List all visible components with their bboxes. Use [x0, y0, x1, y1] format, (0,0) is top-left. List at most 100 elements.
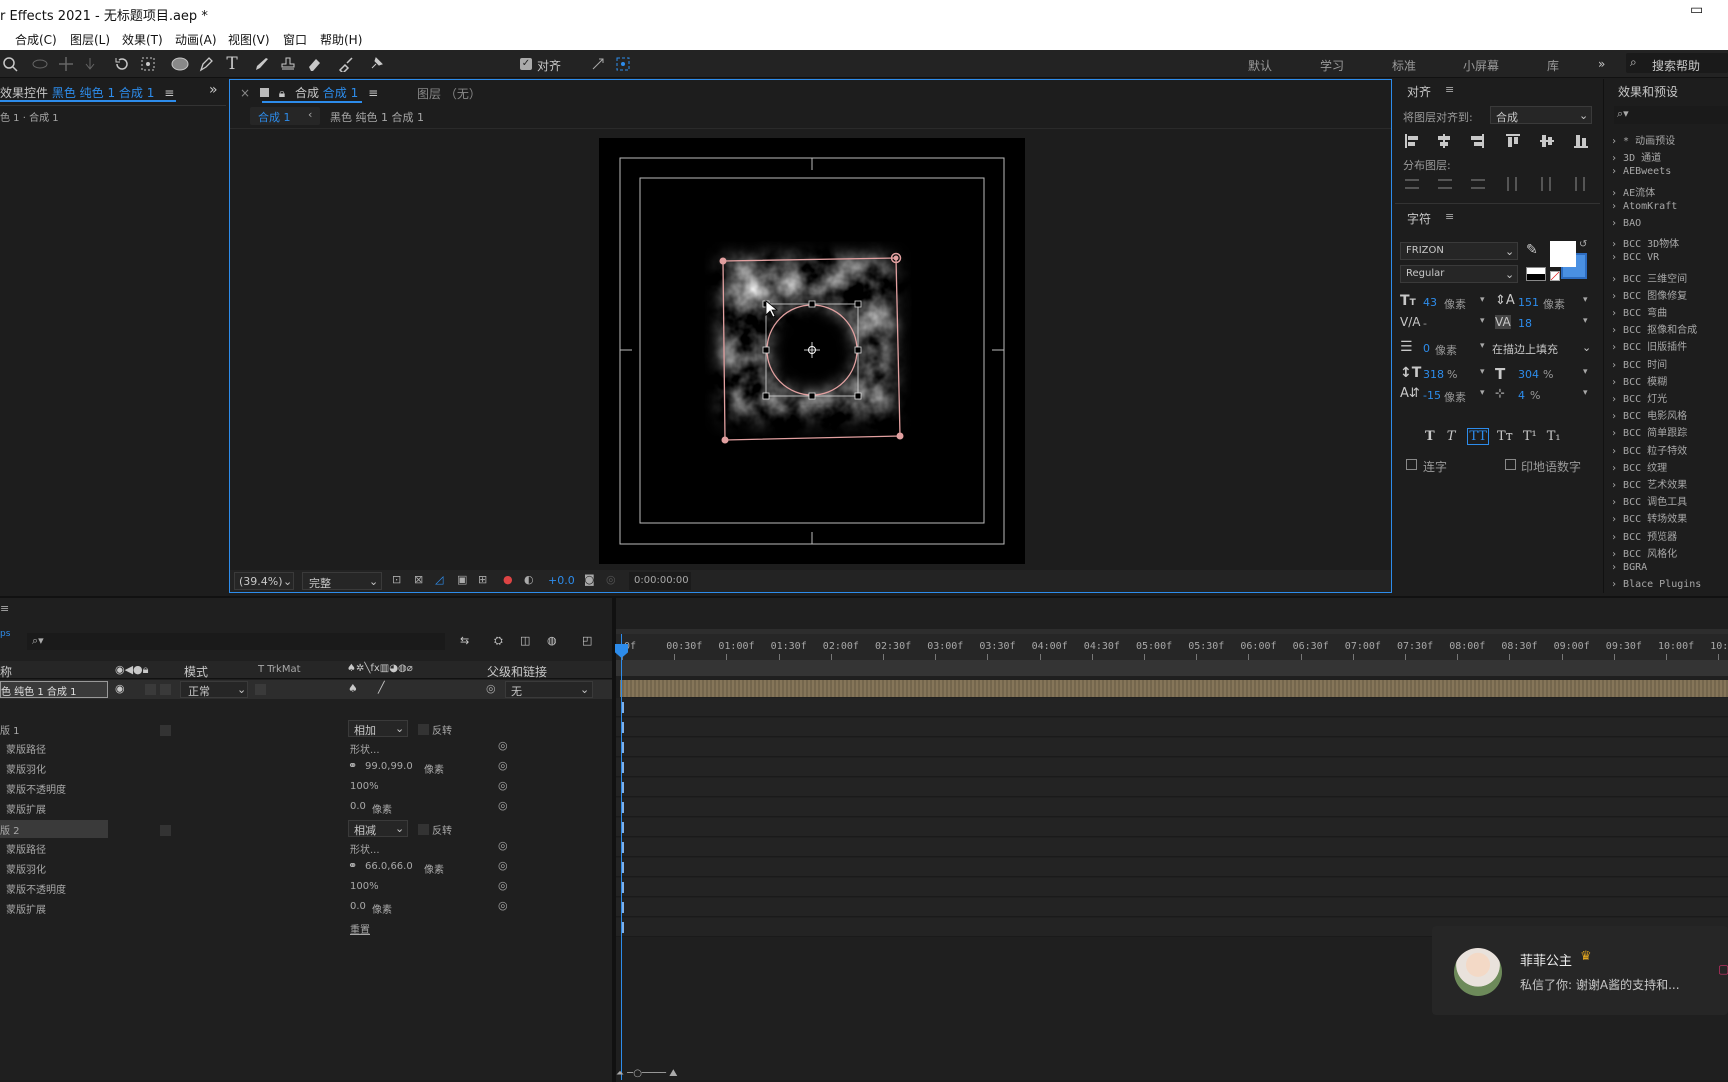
- collapse-switch-icon[interactable]: ♠: [348, 682, 358, 695]
- layer-duration-bar[interactable]: [620, 680, 1728, 697]
- snapshot-icon[interactable]: ◙: [584, 573, 595, 586]
- comp-breadcrumb-tab[interactable]: 合成 1 ‹: [250, 107, 320, 125]
- effects-category-item[interactable]: › BCC 弯曲: [1611, 304, 1667, 319]
- effects-category-item[interactable]: › BCC 简单跟踪: [1611, 424, 1687, 439]
- shy-layers-icon[interactable]: ◫: [520, 634, 530, 647]
- mask-1-path-value[interactable]: 形状...: [350, 741, 380, 759]
- workspace-learn[interactable]: 学习: [1320, 57, 1344, 74]
- search-help-field[interactable]: ⌕ 搜索帮助: [1626, 53, 1728, 73]
- subscript-button[interactable]: T₁: [1547, 429, 1561, 444]
- resolution-dropdown[interactable]: 完整 ⌄: [302, 572, 382, 590]
- superscript-button[interactable]: T¹: [1523, 429, 1537, 444]
- timeline-zoom-slider[interactable]: ⏶ ─○──── ⛰: [616, 1068, 736, 1080]
- effects-category-item[interactable]: › BAO: [1611, 218, 1641, 229]
- eyedropper-icon[interactable]: ✎: [1526, 242, 1538, 258]
- col-mode[interactable]: 模式: [184, 663, 208, 680]
- expand-panels-icon[interactable]: »: [209, 82, 218, 98]
- grid-guides-icon[interactable]: ⊞: [478, 573, 487, 586]
- effects-category-item[interactable]: › BGRA: [1611, 562, 1647, 573]
- chevron-down-icon[interactable]: ▾: [1480, 367, 1485, 377]
- ellipse-tool-icon[interactable]: [170, 54, 190, 74]
- effects-category-item[interactable]: › BCC 模糊: [1611, 373, 1667, 388]
- puppet-pin-tool-icon[interactable]: [366, 54, 386, 74]
- effects-category-item[interactable]: › AtomKraft: [1611, 201, 1677, 212]
- snap-feature-icon[interactable]: [613, 54, 633, 74]
- draft-3d-icon[interactable]: ⛭: [494, 634, 503, 648]
- effects-category-item[interactable]: › BCC 预览器: [1611, 528, 1677, 543]
- character-menu-icon[interactable]: ≡: [1445, 210, 1454, 223]
- effects-category-item[interactable]: › BCC 图像修复: [1611, 287, 1687, 302]
- panel-menu-icon[interactable]: ≡: [164, 86, 174, 100]
- maximize-icon[interactable]: ▭: [1690, 2, 1703, 18]
- timeline-search-input[interactable]: ⌕▾: [27, 633, 445, 650]
- mask-2-invert-checkbox[interactable]: [418, 824, 429, 835]
- mask-2-name[interactable]: 版 2: [0, 822, 20, 840]
- effects-category-item[interactable]: › BCC 粒子特效: [1611, 442, 1687, 457]
- leading-value[interactable]: 151: [1518, 296, 1539, 309]
- composition-viewer[interactable]: [599, 138, 1025, 564]
- font-size-value[interactable]: 43: [1423, 296, 1437, 309]
- clone-stamp-tool-icon[interactable]: [278, 54, 298, 74]
- align-buttons[interactable]: [1403, 132, 1593, 150]
- hindi-digits-checkbox[interactable]: [1505, 459, 1516, 470]
- chevron-down-icon[interactable]: ▾: [1480, 316, 1485, 326]
- menu-layer[interactable]: 图层(L): [70, 31, 110, 48]
- effects-category-item[interactable]: › BCC 时间: [1611, 356, 1667, 371]
- reset-link[interactable]: 重置: [350, 921, 370, 939]
- layer-mode-dropdown[interactable]: 正常 ⌄: [180, 681, 248, 698]
- chevron-down-icon[interactable]: ▾: [1583, 388, 1588, 398]
- zoom-dropdown[interactable]: (39.4%) ⌄: [234, 572, 294, 590]
- timecode-icon[interactable]: ps: [0, 629, 10, 639]
- font-family-dropdown[interactable]: FRIZON ⌄: [1400, 242, 1518, 260]
- effects-category-item[interactable]: › * 动画预设: [1611, 132, 1675, 147]
- eye-icon[interactable]: ◉: [115, 682, 125, 695]
- type-tool-icon[interactable]: T: [222, 54, 242, 74]
- time-navigator[interactable]: [616, 660, 1728, 676]
- timecode-field[interactable]: 0:00:00:00: [629, 572, 691, 590]
- chevron-down-icon[interactable]: ▾: [1480, 341, 1485, 351]
- show-snapshot-icon[interactable]: ◎: [606, 573, 616, 586]
- pickwhip-icon[interactable]: ◎: [486, 682, 496, 695]
- channel-icon[interactable]: ●: [503, 573, 513, 586]
- parent-dropdown[interactable]: 无 ⌄: [505, 681, 593, 698]
- effects-category-item[interactable]: › AE流体: [1611, 184, 1655, 199]
- chevron-down-icon[interactable]: ▾: [1480, 388, 1485, 398]
- tsume-value[interactable]: 4: [1518, 389, 1525, 402]
- pen-tool-icon[interactable]: [196, 54, 216, 74]
- stopwatch-icon[interactable]: ◎: [498, 839, 508, 852]
- all-caps-button[interactable]: TT: [1467, 428, 1489, 445]
- workspace-default[interactable]: 默认: [1248, 57, 1272, 74]
- align-checkbox[interactable]: ✓: [518, 54, 534, 74]
- graph-editor-icon[interactable]: ◰: [582, 634, 592, 647]
- timeline-menu-icon[interactable]: ≡: [0, 602, 9, 615]
- stopwatch-icon[interactable]: ◎: [498, 879, 508, 892]
- effects-controls-tab[interactable]: 效果控件 黑色 纯色 1 合成 1 ≡: [0, 84, 174, 101]
- effects-category-item[interactable]: › BCC 艺术效果: [1611, 476, 1687, 491]
- baseline-shift-value[interactable]: -15: [1423, 389, 1441, 402]
- playhead-line[interactable]: [621, 634, 622, 1080]
- zoom-tool-icon[interactable]: [0, 54, 20, 74]
- comp-panel-menu-icon[interactable]: ≡: [368, 86, 378, 100]
- col-trkmat[interactable]: T TrkMat: [258, 664, 301, 675]
- effects-category-item[interactable]: › BCC 纹理: [1611, 459, 1667, 474]
- anchor-tool-icon[interactable]: [138, 54, 158, 74]
- mask-1-feather-value[interactable]: 99.0,99.0: [365, 761, 413, 779]
- faux-bold-button[interactable]: T: [1425, 429, 1435, 444]
- frame-blending-icon[interactable]: ◍: [547, 634, 557, 647]
- swap-colors-icon[interactable]: ↺: [1579, 239, 1587, 250]
- region-of-interest-icon[interactable]: ▣: [457, 573, 467, 586]
- exposure-value[interactable]: +0.0: [548, 574, 575, 587]
- mask-2-opacity-value[interactable]: 100%: [350, 881, 379, 899]
- effects-category-item[interactable]: › BCC 调色工具: [1611, 493, 1687, 508]
- constrain-link-icon[interactable]: ⚭: [348, 759, 357, 772]
- ligature-checkbox[interactable]: [1406, 459, 1417, 470]
- effects-category-item[interactable]: › Blace Plugins: [1611, 579, 1701, 590]
- eraser-tool-icon[interactable]: [304, 54, 324, 74]
- menu-composition[interactable]: 合成(C): [15, 31, 57, 48]
- effects-category-item[interactable]: › BCC 抠像和合成: [1611, 321, 1697, 336]
- mask-1-invert-checkbox[interactable]: [418, 724, 429, 735]
- mask-1-name[interactable]: 版 1: [0, 722, 20, 740]
- roto-brush-tool-icon[interactable]: [336, 54, 356, 74]
- mask-2-expansion-value[interactable]: 0.0: [350, 901, 366, 919]
- workspace-standard[interactable]: 标准: [1392, 57, 1416, 74]
